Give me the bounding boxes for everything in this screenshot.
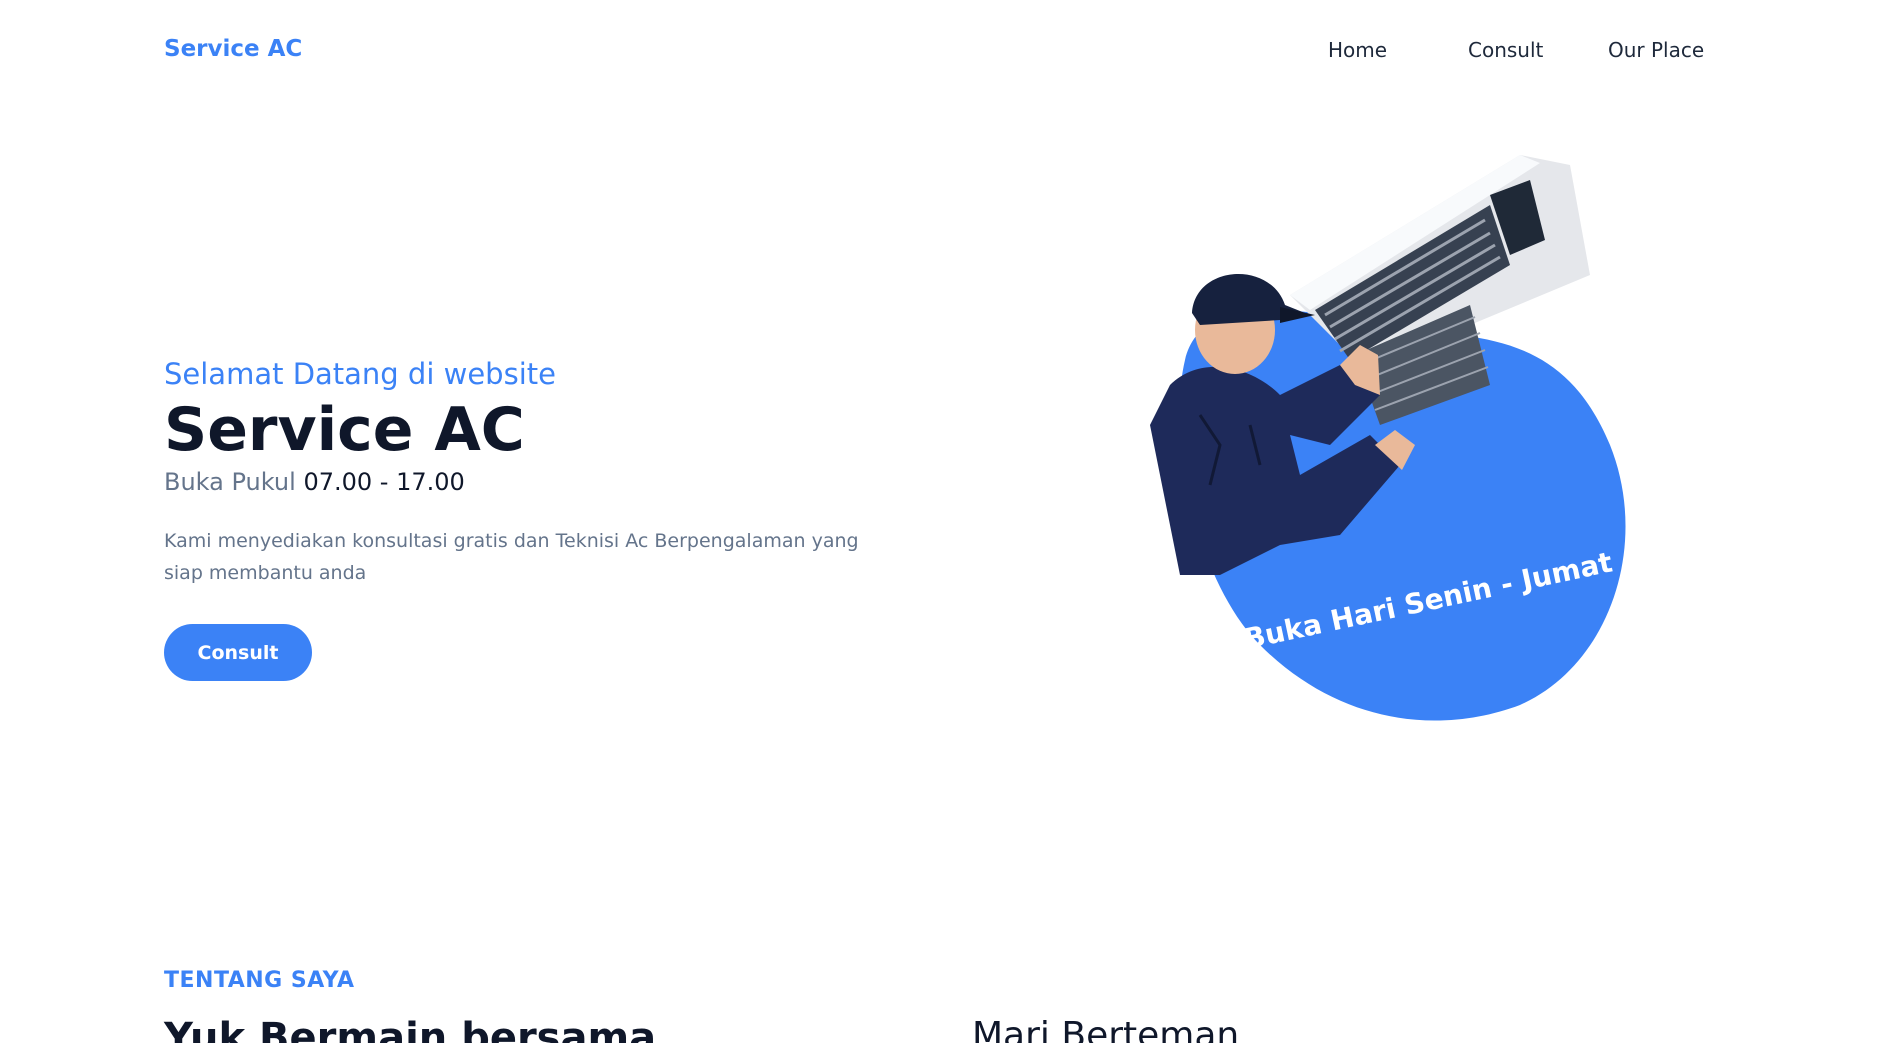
hero-hours: Buka Pukul 07.00 - 17.00 (164, 468, 465, 496)
consult-button[interactable]: Consult (164, 624, 312, 681)
about-kicker: TENTANG SAYA (164, 968, 355, 993)
about-heading: Yuk Bermain bersama (164, 1015, 657, 1043)
nav-link-consult[interactable]: Consult (1468, 38, 1543, 62)
page: Service AC Home Consult Our Place Selama… (0, 0, 1889, 1043)
nav-link-home[interactable]: Home (1328, 38, 1387, 62)
hours-label: Buka Pukul (164, 468, 296, 496)
hero-title: Service AC (164, 395, 525, 465)
hero-description: Kami menyediakan konsultasi gratis dan T… (164, 530, 859, 584)
hero-subtitle: Selamat Datang di website (164, 357, 556, 391)
hours-time: 07.00 - 17.00 (303, 468, 465, 496)
about-heading-right: Mari Berteman (972, 1015, 1240, 1043)
hero-illustration: Buka Hari Senin - Jumat (1140, 145, 1660, 735)
main-nav: Home Consult Our Place (1320, 38, 1704, 68)
brand-logo[interactable]: Service AC (164, 36, 302, 62)
nav-link-our-place[interactable]: Our Place (1608, 38, 1704, 62)
